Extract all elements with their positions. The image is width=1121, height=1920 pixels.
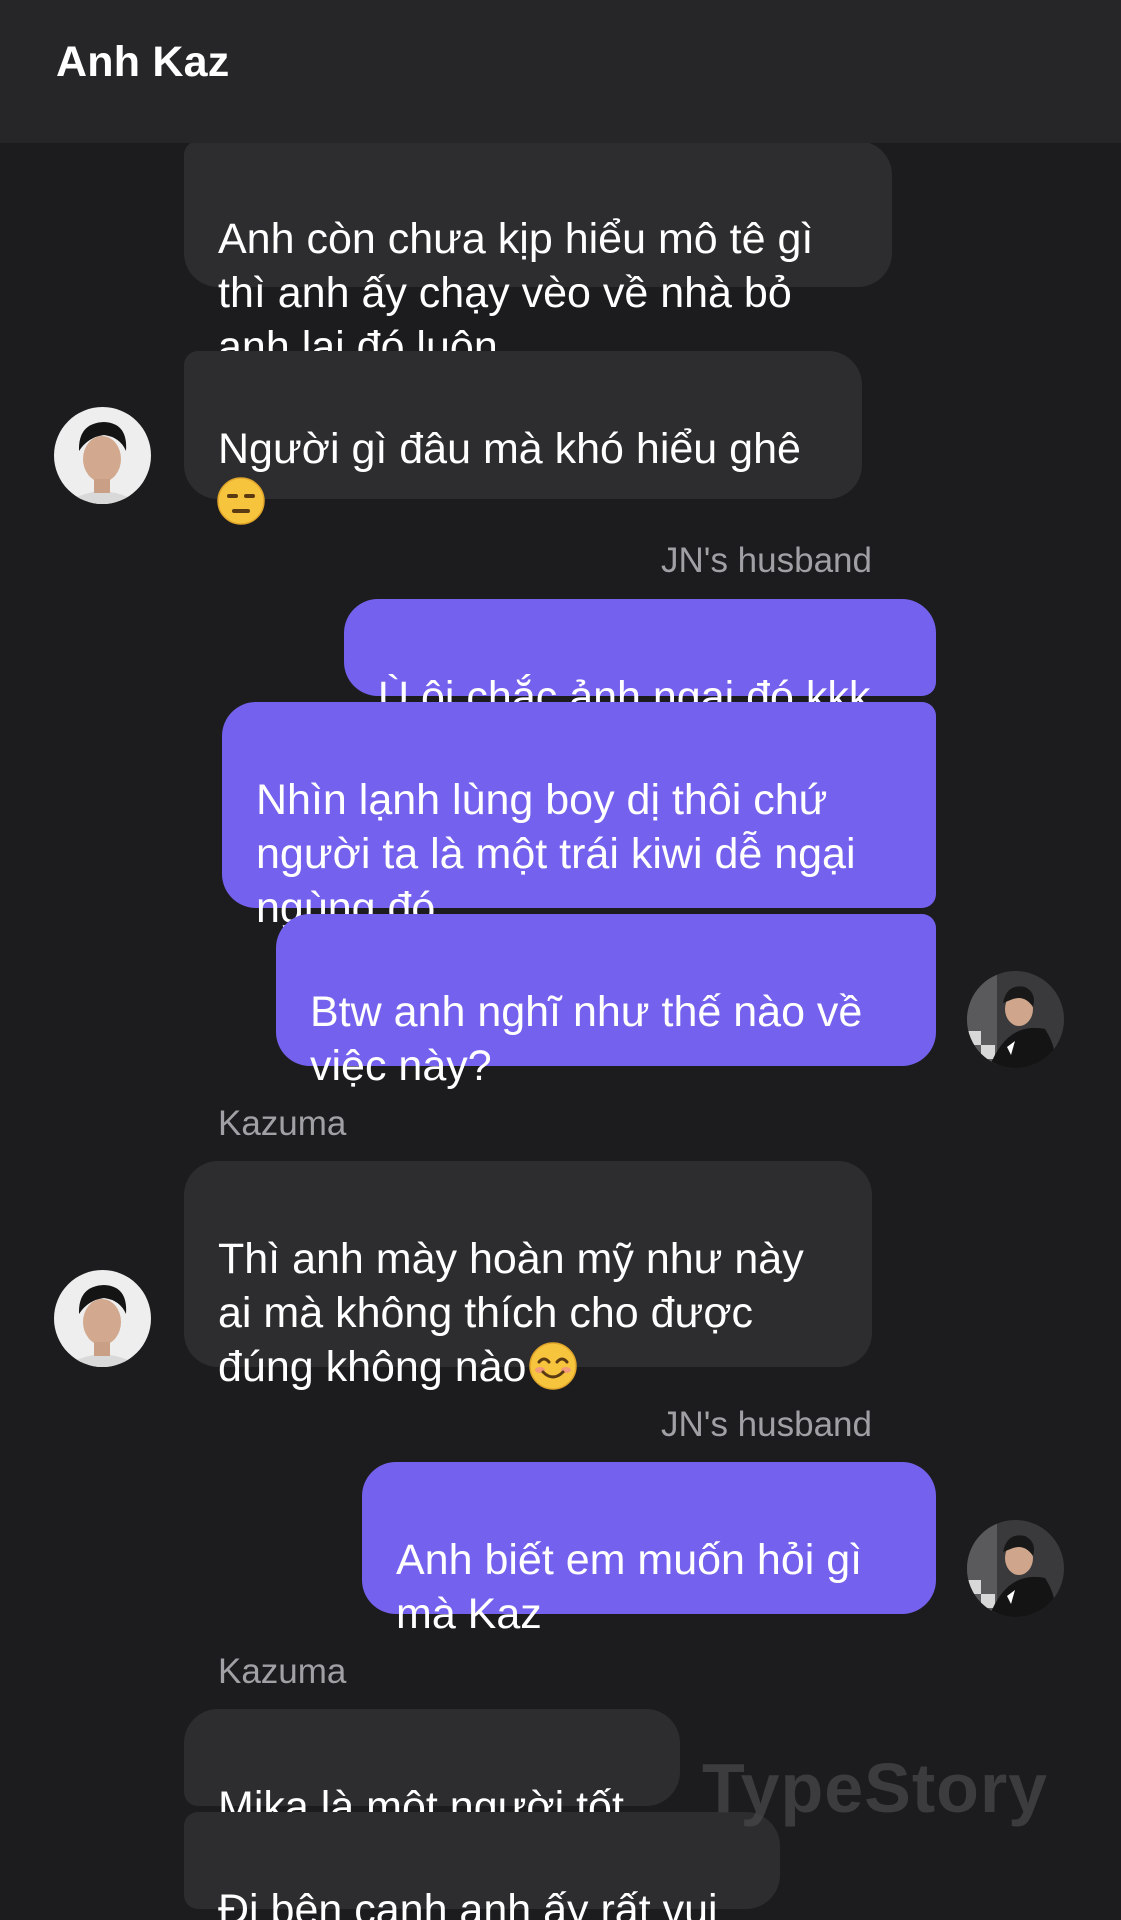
message-incoming[interactable]: Thì anh mày hoàn mỹ như này ai mà không … (184, 1161, 872, 1391)
message-outgoing[interactable]: Btw anh nghĩ như thế nào về việc này? (276, 914, 936, 1090)
watermark: TypeStory (702, 1749, 1049, 1827)
message-outgoing[interactable]: Nhìn lạnh lùng boy dị thôi chứ người ta … (222, 702, 936, 932)
smiling-face-icon (529, 1342, 578, 1390)
avatar-self[interactable] (967, 1520, 1064, 1617)
avatar-self-image (967, 971, 1064, 1068)
message-text: Anh còn chưa kịp hiểu mô tê gì thì anh ấ… (218, 215, 814, 371)
chat-title[interactable]: Anh Kaz (56, 38, 229, 87)
avatar-kazuma[interactable] (54, 407, 151, 504)
message-incoming[interactable]: Người gì đâu mà khó hiểu ghê (184, 351, 862, 525)
message-text: Anh biết em muốn hỏi gì mà Kaz (396, 1536, 863, 1638)
avatar-self[interactable] (967, 971, 1064, 1068)
message-text: Người gì đâu mà khó hiểu ghê (218, 425, 801, 473)
chat-header: Anh Kaz (0, 0, 1121, 143)
sender-label-self: JN's husband (661, 541, 872, 580)
message-text: Thì anh mày hoàn mỹ như này ai mà không … (218, 1235, 804, 1391)
avatar-self-image (967, 1520, 1064, 1617)
expressionless-face-icon (217, 477, 265, 525)
avatar-kazuma-image (54, 1270, 151, 1367)
sender-label-self: JN's husband (661, 1405, 872, 1444)
message-outgoing[interactable]: Ù ôi chắc ảnh ngại đó kkk (344, 599, 936, 721)
message-list[interactable]: Anh còn chưa kịp hiểu mô tê gì thì anh ấ… (0, 143, 1121, 1920)
message-text: Đi bên cạnh anh ấy rất vui (218, 1886, 718, 1920)
message-text: Nhìn lạnh lùng boy dị thôi chứ người ta … (256, 776, 856, 932)
message-outgoing[interactable]: Anh biết em muốn hỏi gì mà Kaz (362, 1462, 936, 1638)
avatar-kazuma[interactable] (54, 1270, 151, 1367)
message-text: Btw anh nghĩ như thế nào về việc này? (310, 988, 863, 1090)
message-incoming[interactable]: Anh còn chưa kịp hiểu mô tê gì thì anh ấ… (184, 143, 892, 371)
avatar-kazuma-image (54, 407, 151, 504)
message-incoming[interactable]: Mika là một người tốt (184, 1709, 680, 1831)
message-incoming[interactable]: Đi bên cạnh anh ấy rất vui (184, 1812, 780, 1920)
sender-label-other: Kazuma (218, 1652, 347, 1691)
sender-label-other: Kazuma (218, 1104, 347, 1143)
